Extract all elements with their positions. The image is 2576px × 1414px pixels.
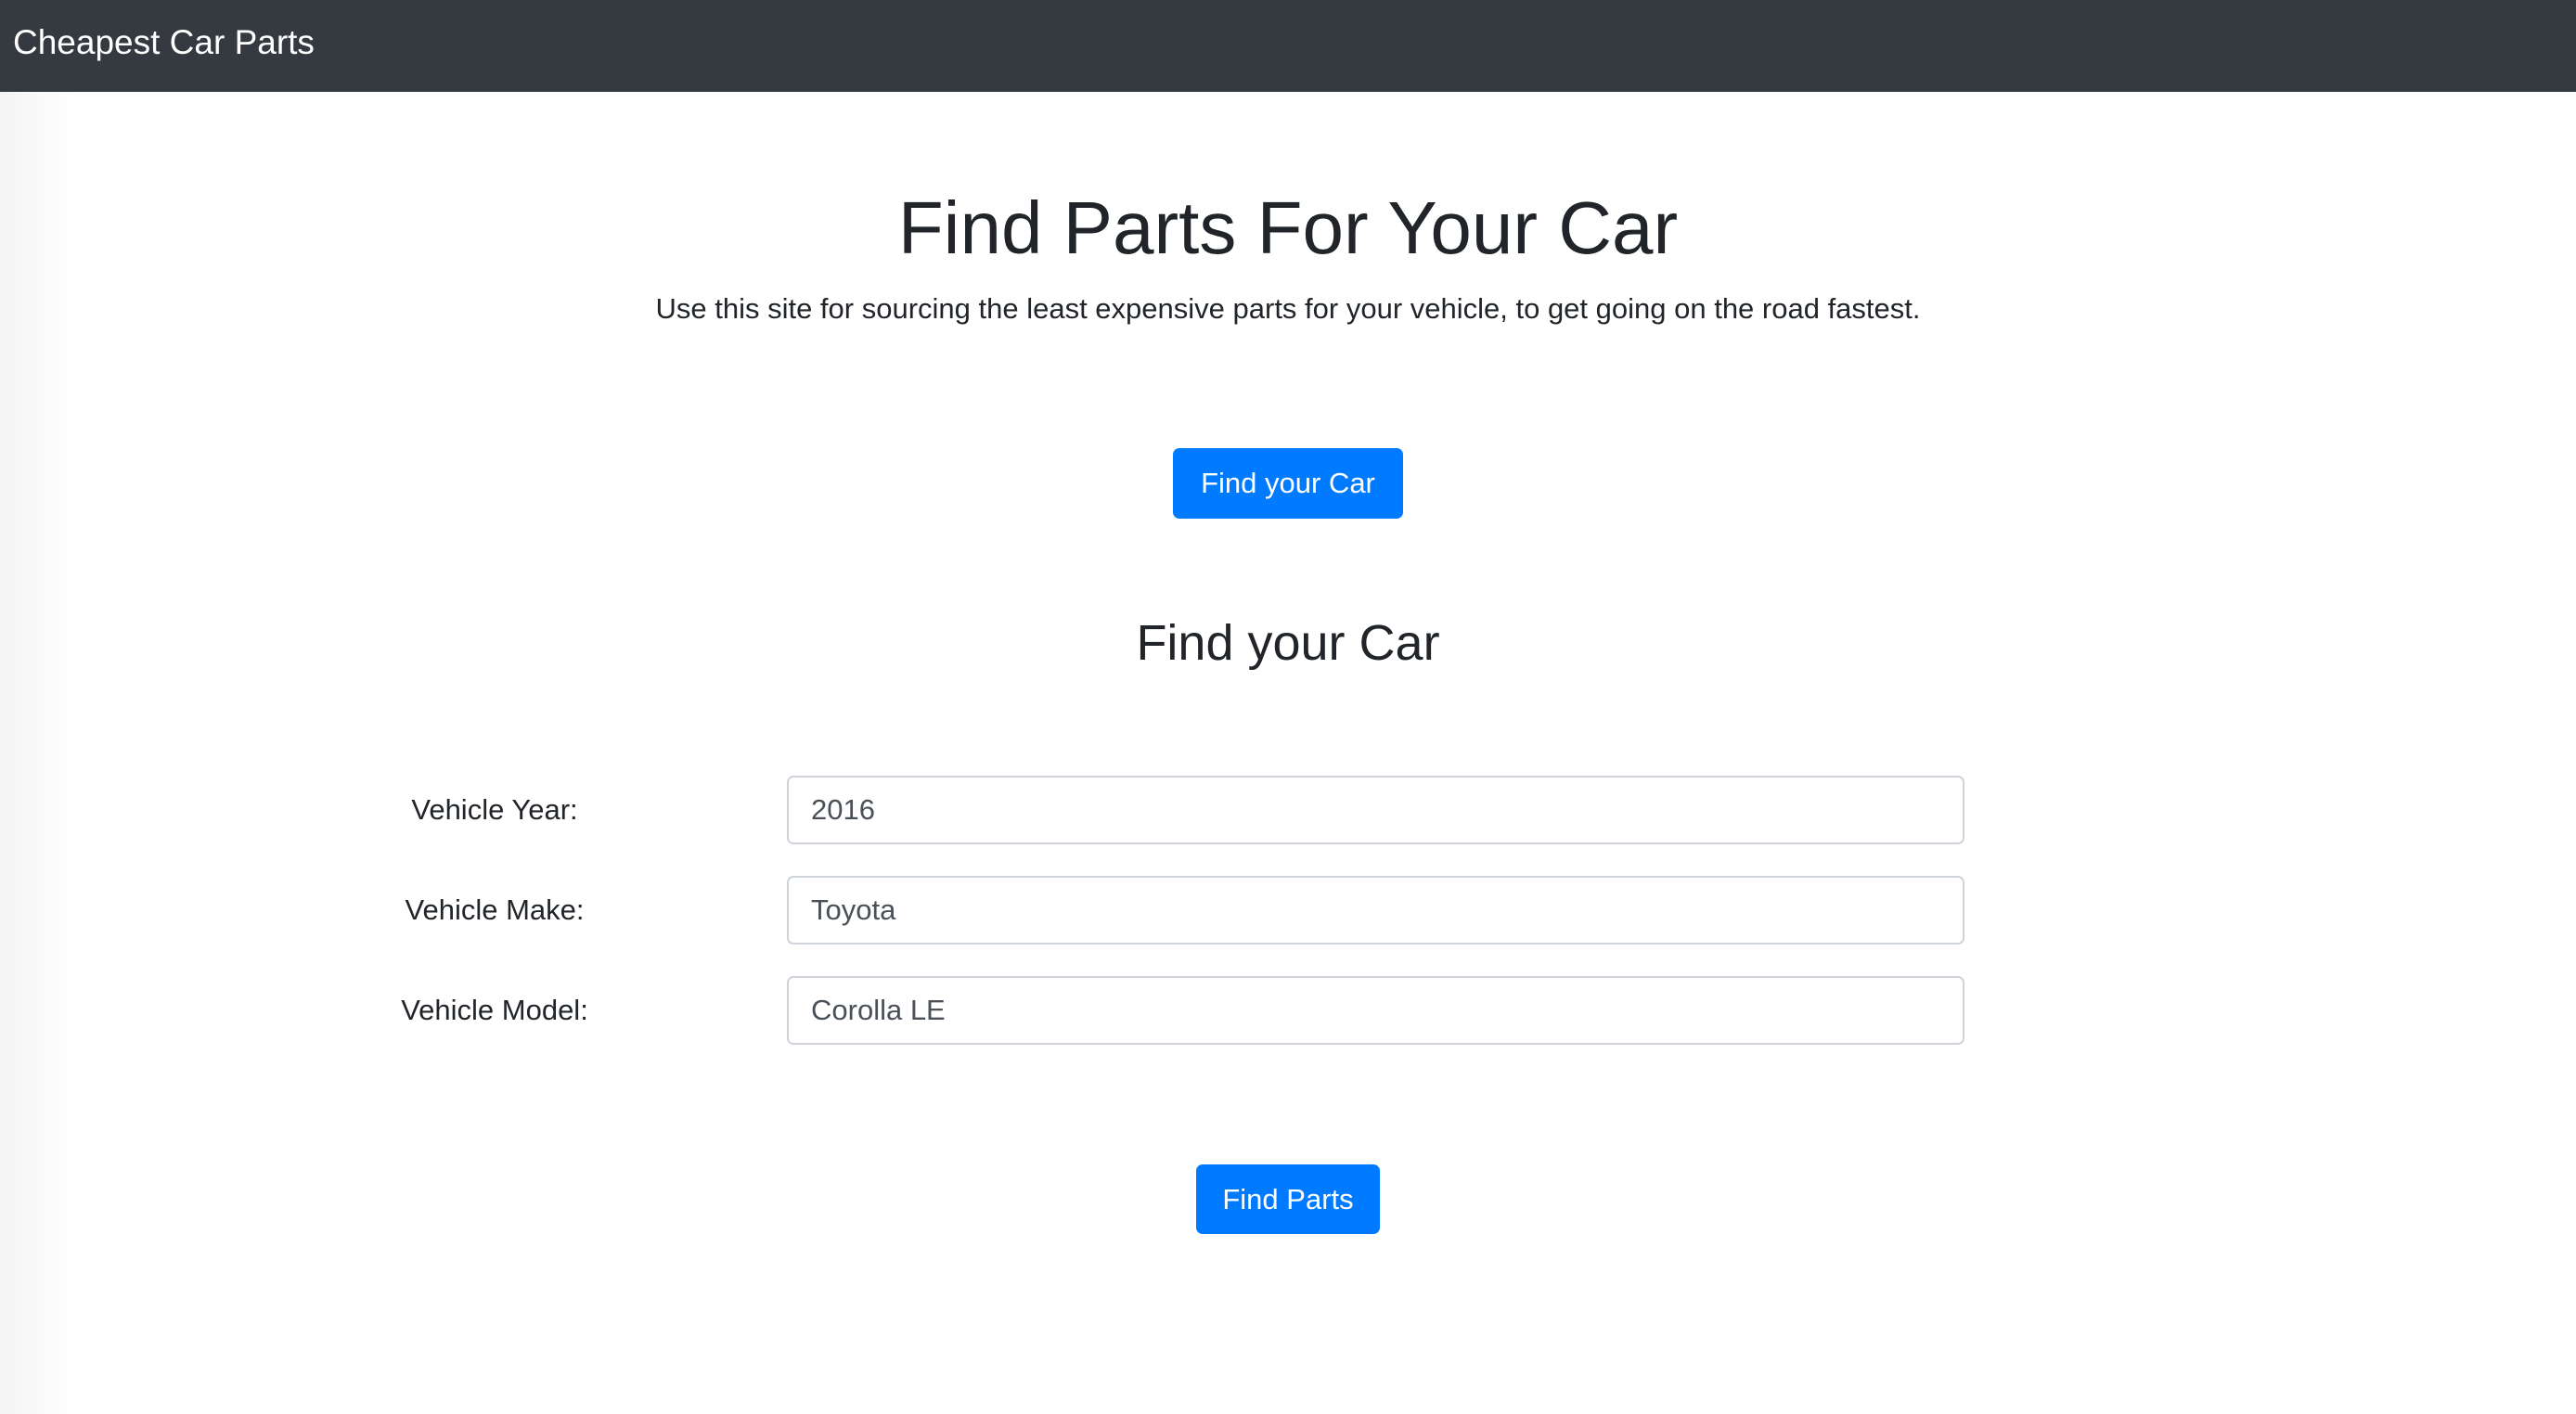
vehicle-model-label: Vehicle Model: (401, 994, 588, 1026)
vehicle-make-input[interactable] (787, 876, 1964, 945)
navbar: Cheapest Car Parts (0, 0, 2576, 92)
form-heading: Find your Car (1136, 615, 1440, 671)
navbar-brand[interactable]: Cheapest Car Parts (13, 20, 315, 65)
vehicle-model-input[interactable] (787, 976, 1964, 1045)
find-your-car-button[interactable]: Find your Car (1173, 448, 1403, 519)
vehicle-year-label: Vehicle Year: (411, 793, 578, 826)
page-title: Find Parts For Your Car (897, 186, 1679, 269)
vehicle-year-input[interactable] (787, 776, 1964, 844)
page-lead: Use this site for sourcing the least exp… (655, 292, 1921, 325)
vehicle-make-label: Vehicle Make: (405, 893, 585, 926)
find-parts-button[interactable]: Find Parts (1196, 1164, 1380, 1234)
